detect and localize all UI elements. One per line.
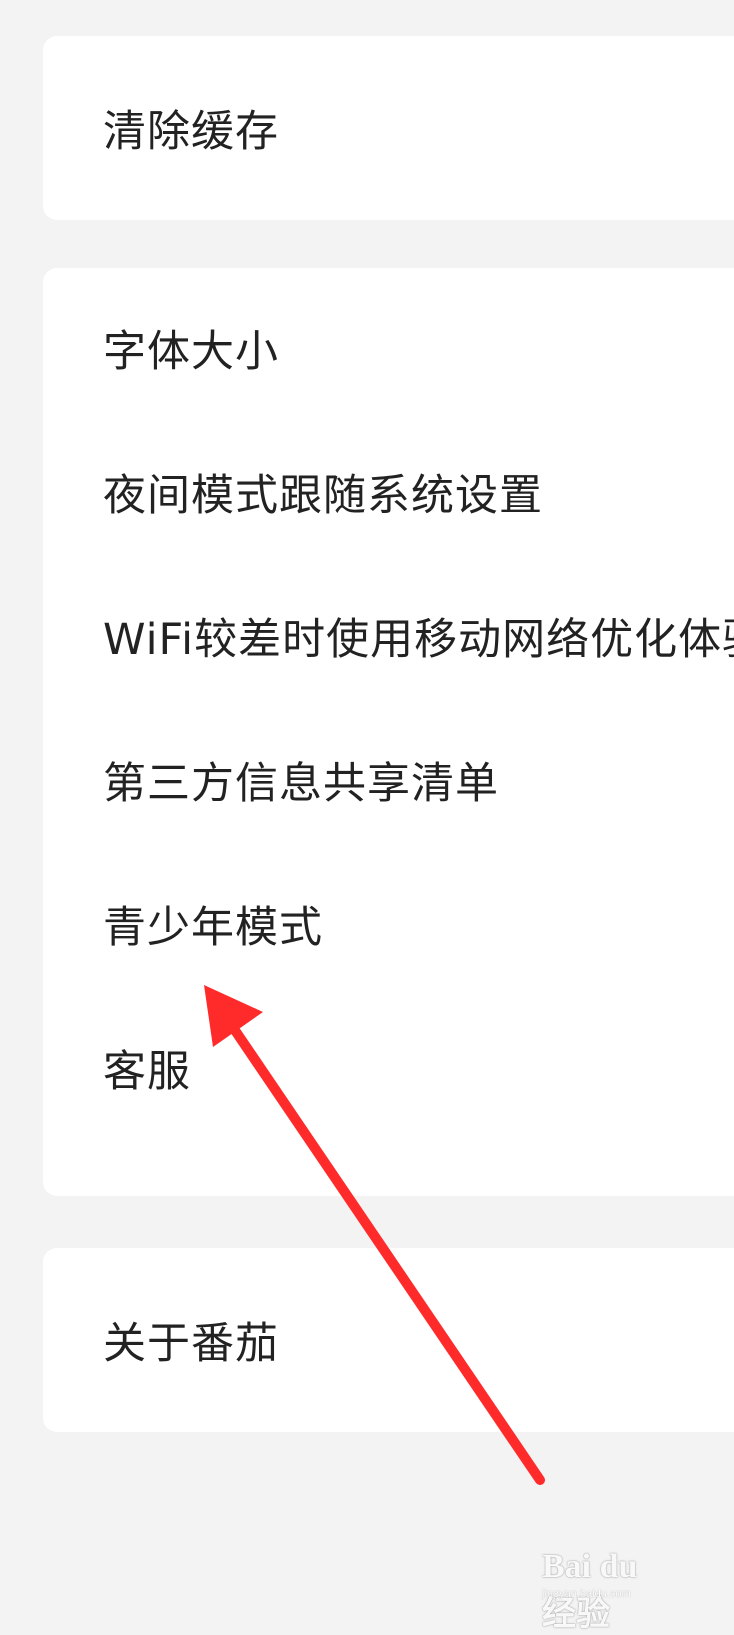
night-mode-row[interactable]: 夜间模式跟随系统设置 [43,420,734,564]
font-size-row[interactable]: 字体大小 [43,276,734,420]
about-card: 关于番茄 [43,1248,734,1432]
wifi-optimization-label: WiFi较差时使用移动网络优化体验 [103,615,734,665]
general-settings-card: 字体大小 夜间模式跟随系统设置 WiFi较差时使用移动网络优化体验 第三方信息共… [43,268,734,1196]
night-mode-label: 夜间模式跟随系统设置 [103,471,543,521]
customer-service-row[interactable]: 客服 [43,996,734,1140]
wifi-optimization-row[interactable]: WiFi较差时使用移动网络优化体验 [43,564,734,708]
third-party-sharing-row[interactable]: 第三方信息共享清单 [43,708,734,852]
clear-cache-label: 清除缓存 [103,107,279,157]
clear-cache-row[interactable]: 清除缓存 [43,56,734,200]
teen-mode-row[interactable]: 青少年模式 [43,852,734,996]
watermark-url: jingyan.baidu.com [542,1588,631,1600]
about-label: 关于番茄 [103,1319,279,1369]
cache-settings-card: 清除缓存 [43,36,734,220]
third-party-sharing-label: 第三方信息共享清单 [103,759,499,809]
font-size-label: 字体大小 [103,327,279,377]
teen-mode-label: 青少年模式 [103,903,323,953]
customer-service-label: 客服 [103,1047,191,1097]
baidu-jingyan-watermark: Bai du 经验 jingyan.baidu.com [542,1542,672,1633]
about-row[interactable]: 关于番茄 [43,1268,734,1412]
